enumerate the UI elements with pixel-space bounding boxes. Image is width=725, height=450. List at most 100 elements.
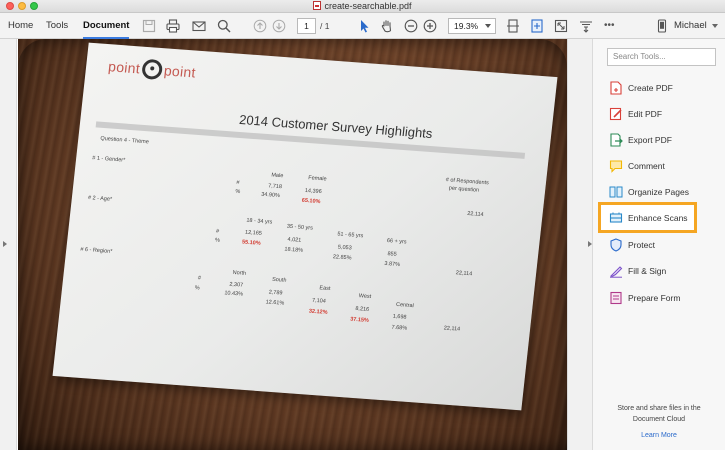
zoom-level-select[interactable]: 19.3%	[448, 18, 496, 34]
age-pct-1: 55.10%	[241, 239, 261, 247]
gender-count-male: 7,718	[267, 183, 283, 191]
region-pct-south: 12.61%	[265, 299, 285, 307]
fit-page-icon[interactable]	[504, 17, 522, 35]
age-count-1: 12,165	[244, 229, 263, 237]
tool-label: Organize Pages	[628, 187, 689, 197]
page-number-input[interactable]: 1	[297, 18, 316, 34]
tool-label: Export PDF	[628, 135, 672, 145]
age-pct-4: 3.87%	[384, 260, 401, 269]
page-display-icon[interactable]	[528, 17, 546, 35]
search-tools-input[interactable]: Search Tools...	[607, 48, 716, 66]
age-count-2: 4,021	[287, 236, 302, 244]
age-total: 22,114	[455, 270, 473, 278]
expand-left-panel-icon[interactable]	[3, 241, 7, 247]
window-title: create-searchable.pdf	[0, 0, 725, 13]
zoom-in-icon[interactable]	[421, 17, 439, 35]
tool-organize-pages[interactable]: Organize Pages	[607, 181, 717, 203]
hand-tool-icon[interactable]	[378, 17, 396, 35]
search-icon[interactable]	[215, 17, 233, 35]
region-pct-east: 32.12%	[308, 308, 328, 316]
region-pct-west: 37.15%	[349, 316, 370, 324]
tool-fill-sign[interactable]: Fill & Sign	[607, 260, 717, 282]
tab-home[interactable]: Home	[8, 13, 33, 39]
more-tools-button[interactable]: •••	[604, 13, 615, 39]
age-col-4: 66 + yrs	[386, 238, 407, 246]
left-panel-toggle[interactable]	[0, 39, 17, 450]
collapse-tools-pane-icon[interactable]	[588, 241, 592, 247]
next-page-icon[interactable]	[270, 17, 288, 35]
tool-edit-pdf[interactable]: Edit PDF	[607, 103, 717, 125]
title-bar: create-searchable.pdf	[0, 0, 725, 13]
tool-label: Edit PDF	[628, 109, 663, 119]
tool-prepare-form[interactable]: Prepare Form	[607, 287, 717, 309]
save-icon[interactable]	[140, 17, 158, 35]
chevron-down-icon	[712, 24, 718, 28]
gender-count-female: 14,396	[304, 187, 322, 196]
question-label: Question 4 - Theme	[100, 135, 150, 146]
protect-icon	[609, 238, 623, 252]
region-pct-north: 10.43%	[224, 290, 244, 298]
main-toolbar: Home Tools Document 1 / 1 19.3% ••• Mich…	[0, 13, 725, 39]
age-col-2: 35 - 50 yrs	[286, 223, 314, 232]
gender-question-label: # 1 - Gender*	[91, 155, 126, 164]
gender-count-hash: #	[236, 179, 240, 187]
tool-label: Enhance Scans	[628, 213, 688, 223]
organize-pages-icon	[609, 185, 623, 199]
company-logo: point point	[107, 58, 197, 81]
gender-col-male: Male	[271, 172, 284, 180]
region-col-south: South	[271, 276, 287, 284]
app-window: create-searchable.pdf Home Tools Documen…	[0, 0, 725, 450]
right-panel-toggle[interactable]	[567, 39, 593, 450]
tool-label: Prepare Form	[628, 293, 681, 303]
age-col-1: 18 - 34 yrs	[245, 217, 273, 226]
age-col-3: 51 - 65 yrs	[336, 231, 364, 240]
tab-tools[interactable]: Tools	[46, 13, 68, 39]
window-title-text: create-searchable.pdf	[324, 1, 412, 11]
region-count-east: 7,104	[311, 297, 327, 305]
document-view[interactable]: point point 2014 Customer Survey Highligh…	[18, 39, 567, 450]
region-count-south: 2,789	[268, 289, 283, 297]
chevron-down-icon	[485, 24, 491, 28]
fill-sign-icon	[609, 264, 623, 278]
edit-pdf-icon	[609, 107, 623, 121]
tool-create-pdf[interactable]: Create PDF	[607, 77, 717, 99]
gender-total: 22,114	[466, 210, 484, 219]
full-screen-icon[interactable]	[552, 17, 570, 35]
age-pct-3: 22.85%	[332, 254, 352, 262]
enhance-scans-icon	[609, 211, 623, 225]
page-total: / 1	[320, 21, 330, 31]
comment-icon	[609, 159, 623, 173]
mobile-device-icon[interactable]	[653, 17, 671, 35]
region-question-label: # 6 - Region*	[80, 246, 113, 255]
previous-page-icon[interactable]	[251, 17, 269, 35]
tool-comment[interactable]: Comment	[607, 155, 717, 177]
tab-document[interactable]: Document	[83, 13, 130, 39]
tool-label: Comment	[628, 161, 665, 171]
print-icon[interactable]	[164, 17, 182, 35]
email-icon[interactable]	[190, 17, 208, 35]
region-pct-sign: %	[194, 285, 200, 292]
scanned-page: point point 2014 Customer Survey Highligh…	[52, 42, 558, 411]
user-account-menu[interactable]: Michael	[674, 13, 707, 39]
region-total: 22,114	[443, 325, 461, 333]
age-pct-sign: %	[214, 237, 221, 244]
prepare-form-icon	[609, 291, 623, 305]
tool-export-pdf[interactable]: Export PDF	[607, 129, 717, 151]
region-count-north: 2,307	[228, 281, 244, 289]
age-question-label: # 2 - Age*	[87, 195, 113, 203]
learn-more-link[interactable]: Learn More	[600, 432, 718, 439]
document-cloud-name: Document Cloud	[632, 416, 686, 423]
select-cursor-icon[interactable]	[355, 17, 373, 35]
create-pdf-icon	[609, 81, 623, 95]
tool-label: Create PDF	[628, 83, 673, 93]
steering-wheel-icon	[140, 58, 164, 81]
age-count-3: 5,053	[337, 244, 352, 252]
tool-protect[interactable]: Protect	[607, 234, 717, 256]
pdf-file-icon	[313, 1, 322, 10]
read-aloud-icon[interactable]	[577, 17, 595, 35]
export-pdf-icon	[609, 133, 623, 147]
zoom-out-icon[interactable]	[402, 17, 420, 35]
tool-enhance-scans[interactable]: Enhance Scans	[607, 207, 717, 229]
tool-label: Protect	[628, 240, 655, 250]
age-pct-2: 18.18%	[284, 246, 304, 254]
